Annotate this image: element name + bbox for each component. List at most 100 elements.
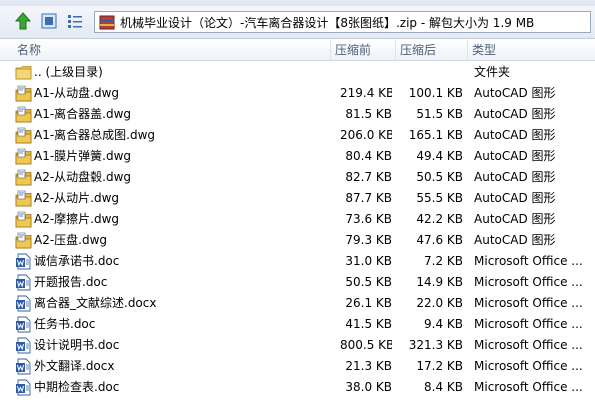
- file-compressed-size: 47.6 KB: [416, 233, 463, 247]
- file-row[interactable]: 外文翻译.docx 21.3 KB 17.2 KB Microsoft Office …: [0, 356, 595, 377]
- file-compressed-size: [397, 62, 463, 83]
- file-compressed-size: 7.2 KB: [424, 254, 463, 268]
- dwg-icon: [15, 148, 32, 165]
- dwg-icon: [15, 232, 32, 249]
- file-compressed-size: 42.2 KB: [416, 212, 463, 226]
- file-type: AutoCAD 图形: [474, 170, 556, 184]
- toolbar: 机械毕业设计（论文）-汽车离合器设计【8张图纸】.zip - 解包大小为 1.9…: [0, 6, 595, 39]
- file-name: A2-摩擦片.dwg: [34, 212, 120, 226]
- file-compressed-size: 49.4 KB: [416, 149, 463, 163]
- file-name: 设计说明书.doc: [34, 338, 120, 352]
- file-type: Microsoft Office ...: [474, 359, 583, 373]
- column-type[interactable]: 类型: [468, 40, 595, 60]
- file-type: Microsoft Office ...: [474, 317, 583, 331]
- file-row[interactable]: A2-从动盘毂.dwg 82.7 KB 50.5 KB AutoCAD 图形: [0, 167, 595, 188]
- word-doc-icon: [15, 337, 32, 354]
- file-row[interactable]: 中期检查表.doc 38.0 KB 8.4 KB Microsoft Office .…: [0, 377, 595, 398]
- file-row[interactable]: 开题报告.doc 50.5 KB 14.9 KB Microsoft Office .…: [0, 272, 595, 293]
- file-type: AutoCAD 图形: [474, 86, 556, 100]
- file-row[interactable]: A1-膜片弹簧.dwg 80.4 KB 49.4 KB AutoCAD 图形: [0, 146, 595, 167]
- word-doc-icon: [15, 253, 32, 270]
- file-compressed-size: 8.4 KB: [424, 380, 463, 394]
- file-row[interactable]: A2-从动片.dwg 87.7 KB 55.5 KB AutoCAD 图形: [0, 188, 595, 209]
- word-doc-icon: [15, 274, 32, 291]
- file-compressed-size: 50.5 KB: [416, 170, 463, 184]
- file-row[interactable]: A1-离合器盖.dwg 81.5 KB 51.5 KB AutoCAD 图形: [0, 104, 595, 125]
- file-type: Microsoft Office ...: [474, 338, 583, 352]
- file-row[interactable]: A1-从动盘.dwg 219.4 KB 100.1 KB AutoCAD 图形: [0, 83, 595, 104]
- file-type: Microsoft Office ...: [474, 254, 583, 268]
- file-row[interactable]: 诚信承诺书.doc 31.0 KB 7.2 KB Microsoft Office .…: [0, 251, 595, 272]
- file-compressed-size: 14.9 KB: [416, 275, 463, 289]
- file-name: 诚信承诺书.doc: [34, 254, 120, 268]
- file-row[interactable]: A2-摩擦片.dwg 73.6 KB 42.2 KB AutoCAD 图形: [0, 209, 595, 230]
- dwg-icon: [15, 169, 32, 186]
- file-name: 外文翻译.docx: [34, 359, 115, 373]
- file-size: [340, 62, 392, 83]
- dwg-icon: [15, 190, 32, 207]
- file-row[interactable]: 设计说明书.doc 800.5 KB 321.3 KB Microsoft Offic…: [0, 335, 595, 356]
- file-row[interactable]: 任务书.doc 41.5 KB 9.4 KB Microsoft Office ...: [0, 314, 595, 335]
- file-compressed-size: 9.4 KB: [424, 317, 463, 331]
- file-size: 81.5 KB: [345, 107, 392, 121]
- file-compressed-size: 22.0 KB: [416, 296, 463, 310]
- file-name: .. (上级目录): [34, 65, 103, 79]
- address-bar[interactable]: 机械毕业设计（论文）-汽车离合器设计【8张图纸】.zip - 解包大小为 1.9…: [94, 11, 591, 33]
- file-size: 82.7 KB: [345, 170, 392, 184]
- file-name: A1-离合器总成图.dwg: [34, 128, 156, 142]
- file-type: Microsoft Office ...: [474, 380, 583, 394]
- file-name: A2-从动片.dwg: [34, 191, 120, 205]
- file-name: A1-膜片弹簧.dwg: [34, 149, 132, 163]
- file-size: 21.3 KB: [345, 359, 392, 373]
- file-row[interactable]: A1-离合器总成图.dwg 206.0 KB 165.1 KB AutoCAD 图形: [0, 125, 595, 146]
- file-compressed-size: 321.3 KB: [408, 338, 463, 352]
- word-doc-icon: [15, 295, 32, 312]
- up-folder-button[interactable]: [12, 10, 34, 32]
- dwg-icon: [15, 85, 32, 102]
- details-view-button[interactable]: [64, 10, 86, 32]
- file-name: A1-离合器盖.dwg: [34, 107, 132, 121]
- dwg-icon: [15, 106, 32, 123]
- word-doc-icon: [15, 358, 32, 375]
- file-list: .. (上级目录) 文件夹 A1-从动盘.dwg 219.4 KB 100.1 KB Au…: [0, 62, 595, 398]
- word-doc-icon: [15, 316, 32, 333]
- file-type: AutoCAD 图形: [474, 191, 556, 205]
- column-name[interactable]: 名称: [13, 40, 330, 60]
- file-size: 31.0 KB: [345, 254, 392, 268]
- file-type: 文件夹: [474, 65, 511, 79]
- dwg-icon: [15, 127, 32, 144]
- file-name: 任务书.doc: [34, 317, 96, 331]
- file-type: AutoCAD 图形: [474, 107, 556, 121]
- file-name: 离合器_文献综述.docx: [34, 296, 157, 310]
- file-type: AutoCAD 图形: [474, 128, 556, 142]
- column-compressed-size[interactable]: 压缩后: [396, 40, 468, 60]
- folder-icon: [15, 64, 32, 81]
- file-size: 73.6 KB: [345, 212, 392, 226]
- file-name: A2-从动盘毂.dwg: [34, 170, 132, 184]
- arrow-up-icon: [14, 12, 32, 30]
- large-icons-view-button[interactable]: [38, 10, 60, 32]
- large-icons-view-icon: [41, 13, 57, 29]
- file-size: 206.0 KB: [340, 128, 392, 142]
- file-compressed-size: 100.1 KB: [408, 86, 463, 100]
- column-size[interactable]: 压缩前: [330, 40, 396, 60]
- file-size: 79.3 KB: [345, 233, 392, 247]
- file-compressed-size: 165.1 KB: [408, 128, 463, 142]
- file-compressed-size: 55.5 KB: [416, 191, 463, 205]
- file-row[interactable]: 离合器_文献综述.docx 26.1 KB 22.0 KB Microsoft Off…: [0, 293, 595, 314]
- file-name: A1-从动盘.dwg: [34, 86, 120, 100]
- file-type: Microsoft Office ...: [474, 296, 583, 310]
- file-type: Microsoft Office ...: [474, 275, 583, 289]
- file-size: 26.1 KB: [345, 296, 392, 310]
- word-doc-icon: [15, 379, 32, 396]
- file-size: 87.7 KB: [345, 191, 392, 205]
- file-size: 80.4 KB: [345, 149, 392, 163]
- file-name: 开题报告.doc: [34, 275, 108, 289]
- dwg-icon: [15, 211, 32, 228]
- file-size: 38.0 KB: [345, 380, 392, 394]
- file-compressed-size: 51.5 KB: [416, 107, 463, 121]
- file-row[interactable]: A2-压盘.dwg 79.3 KB 47.6 KB AutoCAD 图形: [0, 230, 595, 251]
- file-size: 41.5 KB: [345, 317, 392, 331]
- file-size: 50.5 KB: [345, 275, 392, 289]
- file-row[interactable]: .. (上级目录) 文件夹: [0, 62, 595, 83]
